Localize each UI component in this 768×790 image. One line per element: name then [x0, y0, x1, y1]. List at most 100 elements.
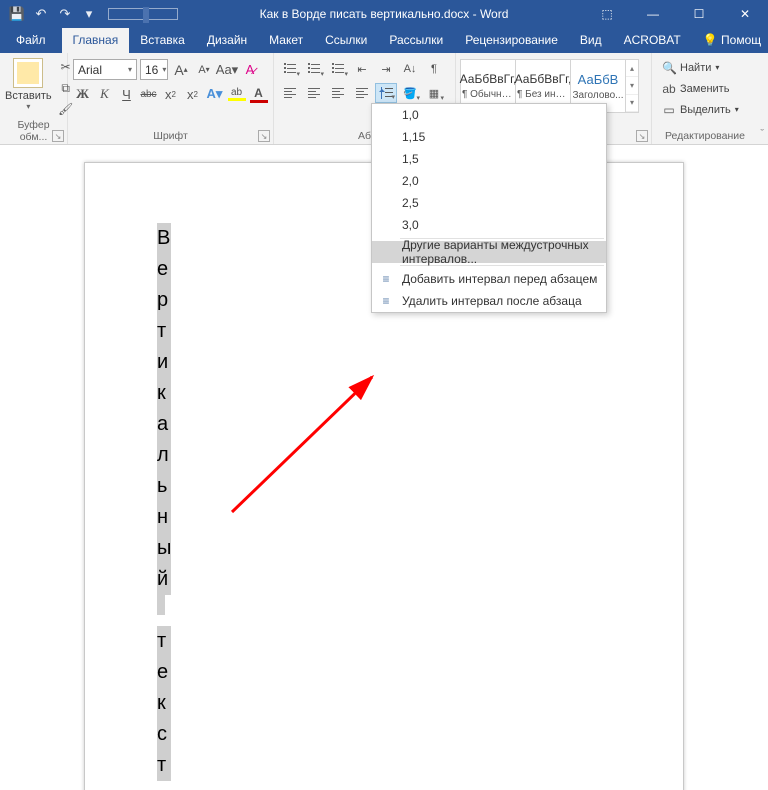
tell-me-label: Помощ	[721, 33, 761, 47]
select-button[interactable]: ▭Выделить ▾	[659, 100, 742, 119]
shrink-font-icon[interactable]: A▾	[194, 60, 214, 80]
justify-button[interactable]	[351, 83, 373, 103]
text-effects-button[interactable]: A▾	[205, 84, 224, 104]
spacing-option[interactable]: 2,5	[372, 192, 606, 214]
char[interactable]: т	[157, 316, 171, 347]
bold-button[interactable]: Ж	[73, 84, 92, 104]
highlight-button[interactable]: ab	[227, 84, 246, 104]
font-size-combo[interactable]: 16▾	[140, 59, 168, 80]
style-name: ¶ Обычный	[462, 89, 514, 100]
find-button[interactable]: 🔍Найти ▾	[659, 58, 742, 77]
align-center-button[interactable]	[303, 83, 325, 103]
char[interactable]: ы	[157, 533, 171, 564]
tab-references[interactable]: Ссылки	[314, 28, 378, 53]
qat-customize-icon[interactable]: ▾	[78, 3, 100, 25]
italic-button[interactable]: К	[95, 84, 114, 104]
underline-button[interactable]: Ч	[117, 84, 136, 104]
char[interactable]: л	[157, 440, 171, 471]
char[interactable]: с	[157, 719, 171, 750]
add-space-before[interactable]: ≡Добавить интервал перед абзацем	[372, 268, 606, 290]
style-name: Заголово...	[573, 90, 624, 101]
subscript-button[interactable]: x2	[161, 84, 180, 104]
spacing-option[interactable]: 3,0	[372, 214, 606, 236]
change-case-icon[interactable]: Aa▾	[217, 60, 237, 80]
paste-label: Вставить	[5, 90, 52, 102]
undo-icon[interactable]: ↶	[30, 3, 52, 25]
maximize-icon[interactable]: ☐	[676, 0, 722, 28]
align-right-button[interactable]	[327, 83, 349, 103]
tab-design[interactable]: Дизайн	[196, 28, 258, 53]
show-marks-button[interactable]: ¶	[423, 59, 445, 79]
decrease-indent-button[interactable]: ⇤	[351, 59, 373, 79]
find-label: Найти	[680, 62, 711, 74]
redo-icon[interactable]: ↷	[54, 3, 76, 25]
add-space-icon: ≡	[378, 272, 394, 286]
group-font: Arial▾ 16▾ A▴ A▾ Aa▾ A̷ Ж К Ч abc x2 x2 …	[68, 53, 274, 144]
spacing-option[interactable]: 1,0	[372, 104, 606, 126]
paste-button[interactable]: Вставить ▾	[5, 56, 52, 118]
char[interactable]: е	[157, 657, 171, 688]
char[interactable]: к	[157, 688, 171, 719]
remove-space-icon: ≡	[378, 294, 394, 308]
tell-me[interactable]: 💡 Помощ	[692, 28, 768, 53]
styles-dialog-launcher[interactable]: ↘	[636, 130, 648, 142]
select-icon: ▭	[662, 103, 676, 117]
char[interactable]: и	[157, 347, 171, 378]
char[interactable]: й	[157, 564, 171, 595]
char-blank[interactable]	[157, 595, 165, 615]
tab-review[interactable]: Рецензирование	[454, 28, 569, 53]
char[interactable]: В	[157, 223, 171, 254]
clipboard-dialog-launcher[interactable]: ↘	[52, 130, 64, 142]
char[interactable]: к	[157, 378, 171, 409]
spacing-option[interactable]: 2,0	[372, 170, 606, 192]
tab-layout[interactable]: Макет	[258, 28, 314, 53]
superscript-button[interactable]: x2	[183, 84, 202, 104]
font-name-combo[interactable]: Arial▾	[73, 59, 137, 80]
ribbon-options-icon[interactable]: ⬚	[584, 0, 630, 28]
spacing-options-more[interactable]: Другие варианты междустрочных интервалов…	[372, 241, 606, 263]
find-icon: 🔍	[662, 61, 676, 75]
grow-font-icon[interactable]: A▴	[171, 60, 191, 80]
spacing-option[interactable]: 1,5	[372, 148, 606, 170]
tab-home[interactable]: Главная	[62, 28, 130, 53]
char[interactable]: а	[157, 409, 171, 440]
close-icon[interactable]: ✕	[722, 0, 768, 28]
collapse-ribbon-icon[interactable]: ˇ	[760, 128, 764, 140]
align-left-button[interactable]	[279, 83, 301, 103]
style-sample: АаБбВвГг,	[515, 72, 572, 86]
char[interactable]: е	[157, 254, 171, 285]
multilevel-button[interactable]: ▾	[327, 59, 349, 79]
bullets-button[interactable]: ▾	[279, 59, 301, 79]
styles-scroll[interactable]: ▴▾▾	[625, 59, 639, 113]
remove-space-after[interactable]: ≡Удалить интервал после абзаца	[372, 290, 606, 312]
ribbon-display-slider[interactable]	[108, 8, 178, 20]
char[interactable]: т	[157, 626, 171, 657]
font-color-button[interactable]: A	[249, 84, 268, 104]
title-bar: 💾 ↶ ↷ ▾ Как в Ворде писать вертикально.d…	[0, 0, 768, 28]
sort-button[interactable]: A↓	[399, 59, 421, 79]
numbering-button[interactable]: ▾	[303, 59, 325, 79]
tab-insert[interactable]: Вставка	[129, 28, 196, 53]
borders-button[interactable]: ▦▾	[423, 83, 445, 103]
shading-button[interactable]: 🪣▾	[399, 83, 421, 103]
spacing-option[interactable]: 1,15	[372, 126, 606, 148]
replace-button[interactable]: abЗаменить	[659, 79, 742, 98]
tab-view[interactable]: Вид	[569, 28, 613, 53]
char[interactable]: р	[157, 285, 171, 316]
tab-acrobat[interactable]: ACROBAT	[613, 28, 692, 53]
line-spacing-button[interactable]: ▾	[375, 83, 397, 103]
group-font-label: Шрифт	[73, 129, 268, 142]
replace-label: Заменить	[680, 83, 729, 95]
char[interactable]: н	[157, 502, 171, 533]
tab-mailings[interactable]: Рассылки	[378, 28, 454, 53]
tab-file[interactable]: Файл	[0, 28, 62, 53]
clear-format-icon[interactable]: A̷	[240, 60, 260, 80]
increase-indent-button[interactable]: ⇥	[375, 59, 397, 79]
char[interactable]: т	[157, 750, 171, 781]
style-sample: АаБбВвГг,	[460, 72, 517, 86]
char[interactable]: ь	[157, 471, 171, 502]
strike-button[interactable]: abc	[139, 84, 158, 104]
font-dialog-launcher[interactable]: ↘	[258, 130, 270, 142]
minimize-icon[interactable]: —	[630, 0, 676, 28]
save-icon[interactable]: 💾	[6, 3, 28, 25]
